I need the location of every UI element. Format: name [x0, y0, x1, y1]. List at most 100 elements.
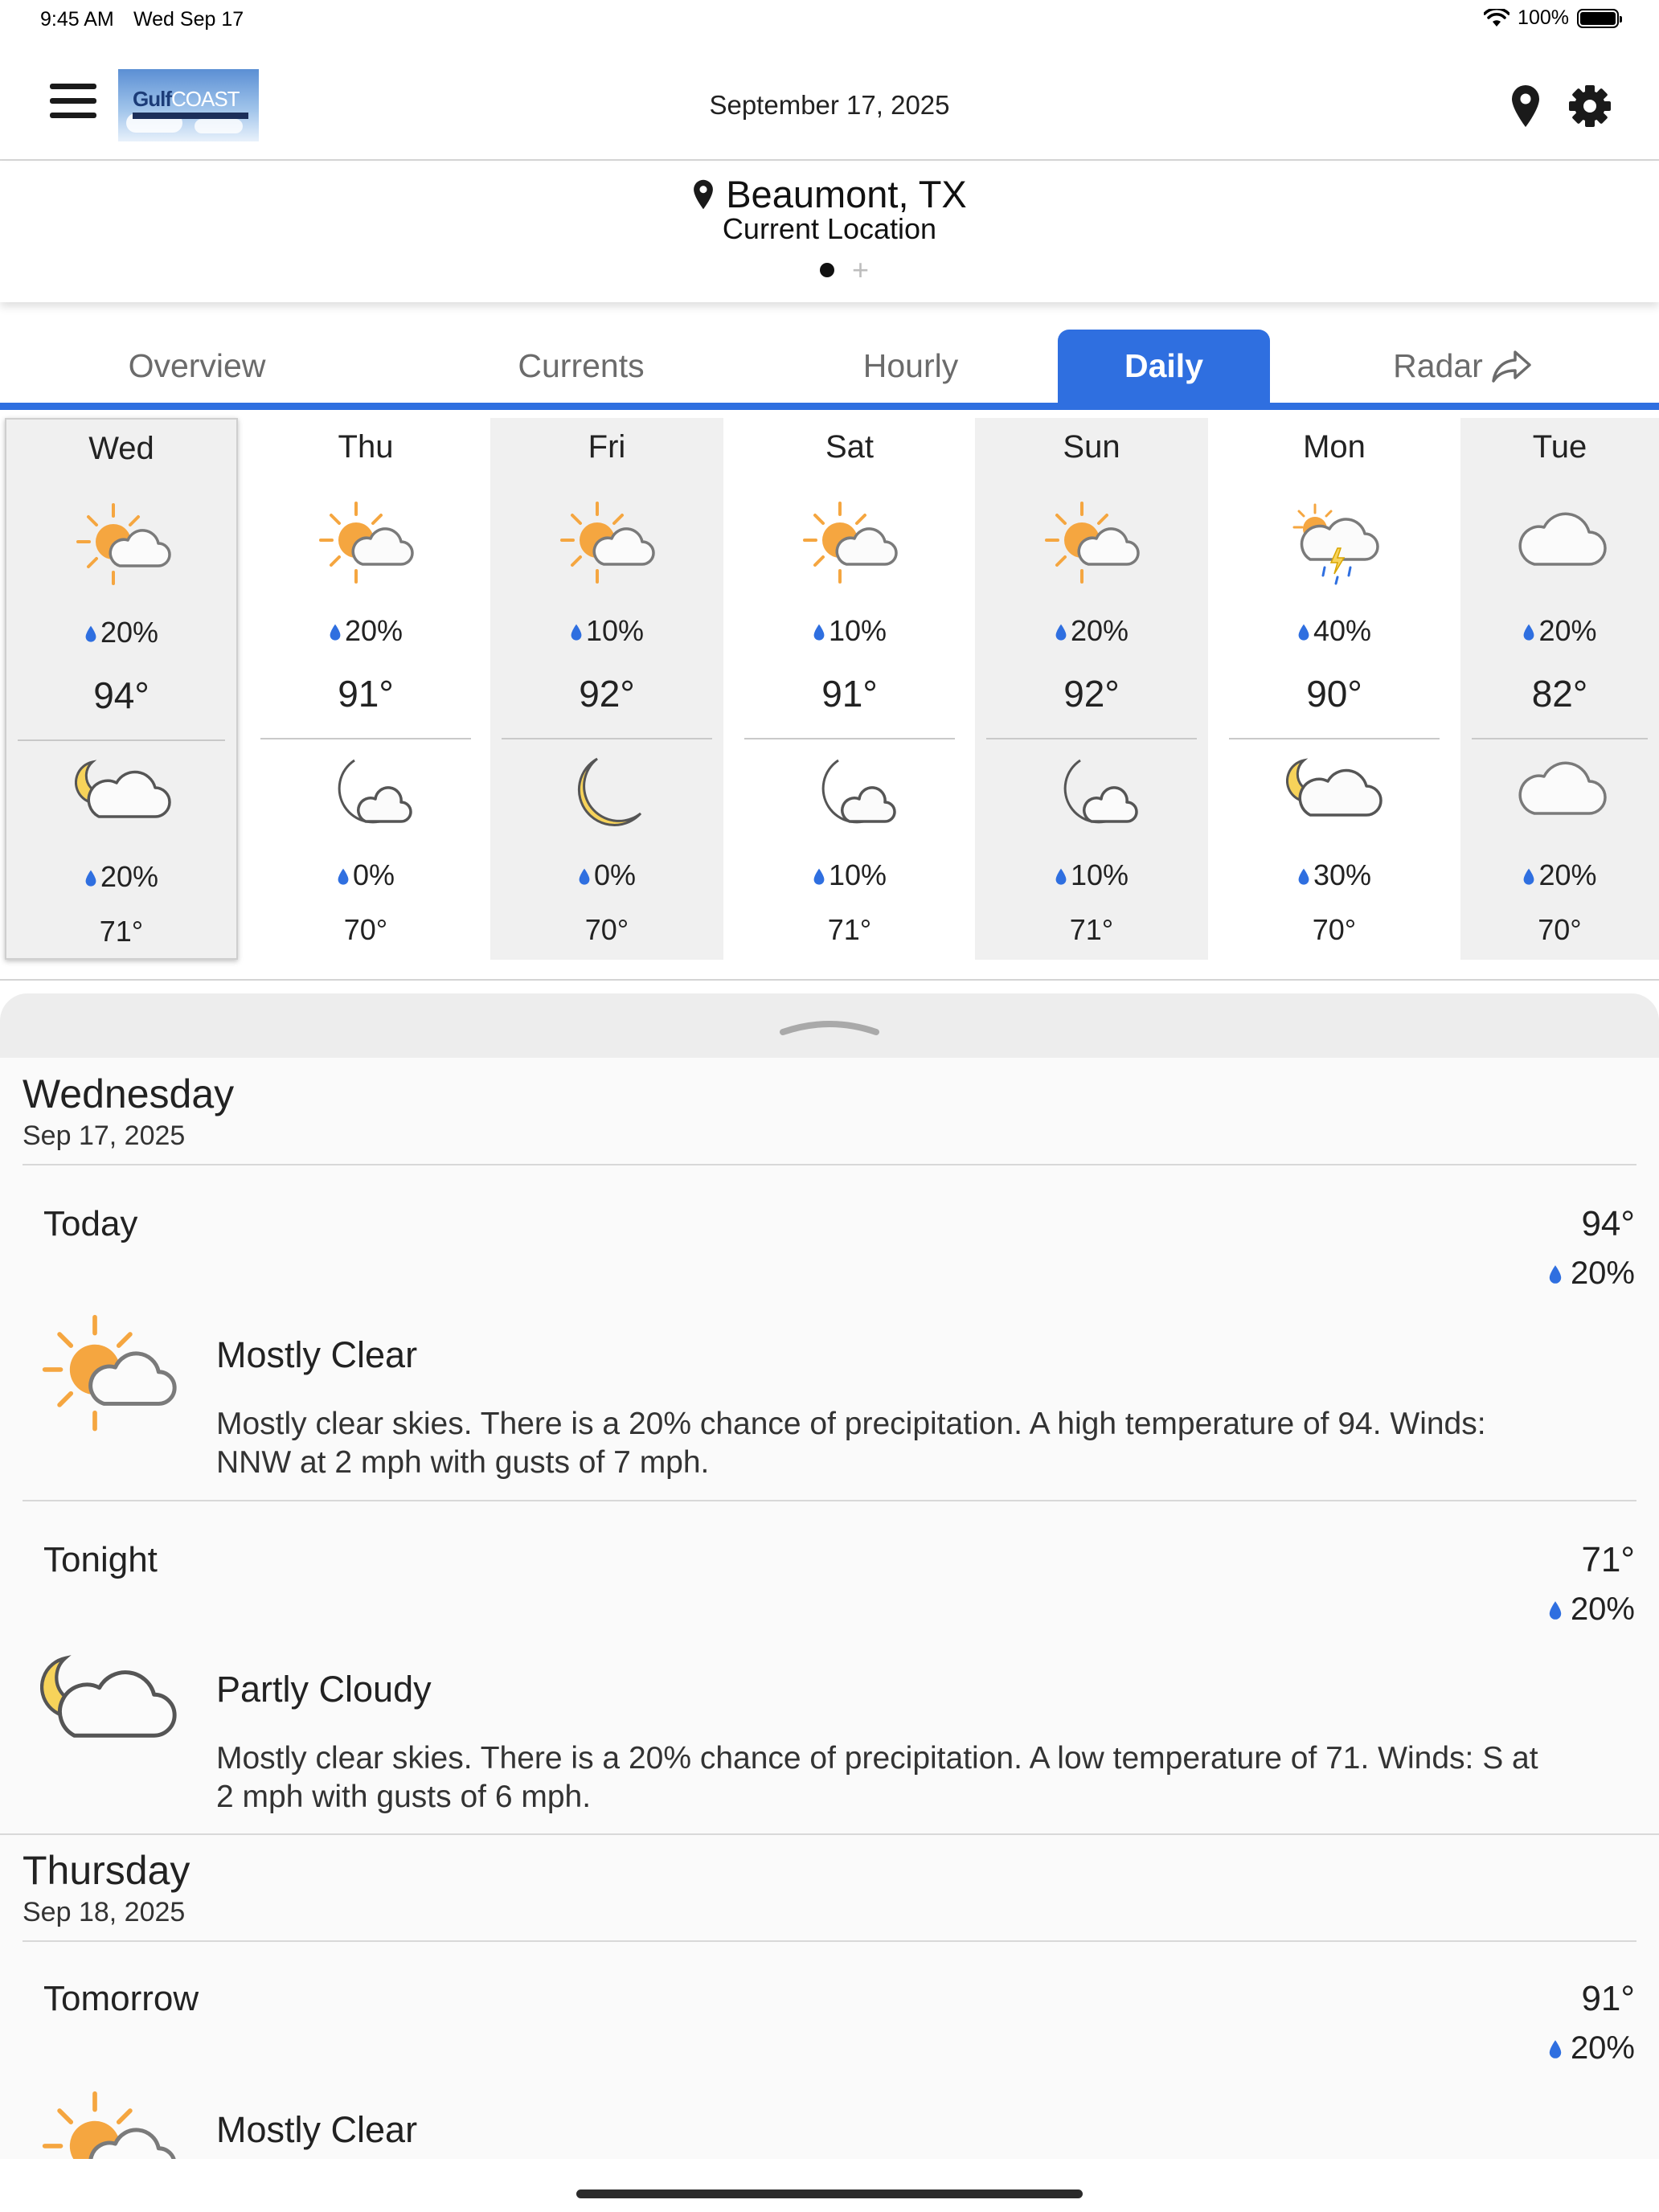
moon-cloud-icon	[801, 749, 898, 838]
day-precip-value: 10%	[828, 614, 887, 647]
status-bar: 9:45 AM Wed Sep 17 100%	[0, 0, 1659, 39]
home-indicator[interactable]	[576, 2189, 1083, 2198]
high-temp: 92°	[579, 673, 635, 715]
period-name: Tonight	[43, 1540, 158, 1579]
day-title: Wednesday	[23, 1071, 235, 1116]
raindrop-icon	[1522, 867, 1535, 887]
day-column-fri[interactable]: Fri 10% 92° 0% 70°	[490, 418, 723, 960]
day-title: Thursday	[23, 1848, 190, 1893]
day-precip: 40%	[1218, 614, 1451, 648]
period-precip-value: 20%	[1570, 1256, 1635, 1291]
day-precip: 20%	[6, 616, 236, 649]
partly-sunny-icon	[75, 502, 171, 590]
period-precip-value: 20%	[1570, 1591, 1635, 1627]
night-precip-value: 20%	[1538, 858, 1597, 891]
high-temp: 94°	[93, 674, 150, 716]
day-date: Sep 18, 2025	[23, 1897, 186, 1927]
period-precip: 20%	[1548, 1591, 1635, 1628]
drawer-handle-bar[interactable]	[0, 993, 1659, 1058]
low-temp: 71°	[1069, 913, 1114, 946]
raindrop-icon	[1548, 1600, 1563, 1621]
partly-sunny-icon	[801, 500, 898, 588]
partly-cloudy-night-icon	[40, 1636, 177, 1773]
night-precip: 30%	[1218, 858, 1451, 892]
tab-radar[interactable]: Radar	[1318, 330, 1608, 403]
status-date: Wed Sep 17	[133, 8, 244, 31]
low-temp: 70°	[1312, 913, 1357, 946]
cloud-icon	[1518, 512, 1607, 566]
day-name: Mon	[1303, 429, 1366, 465]
day-name: Sun	[1063, 429, 1120, 465]
partly-sunny-icon	[40, 2083, 177, 2159]
add-location-button[interactable]: +	[852, 256, 869, 285]
tab-overview[interactable]: Overview	[32, 330, 362, 403]
battery-percent: 100%	[1518, 6, 1569, 29]
period-name: Tomorrow	[43, 1979, 199, 2018]
night-precip-value: 0%	[352, 858, 395, 891]
day-column-sat[interactable]: Sat 10% 91° 10% 71°	[733, 418, 966, 960]
low-temp: 70°	[1538, 913, 1582, 946]
location-pin-icon	[694, 179, 714, 209]
night-precip-value: 10%	[828, 858, 887, 891]
night-precip-value: 20%	[100, 860, 159, 893]
partly-cloudy-night-icon	[75, 751, 171, 839]
raindrop-icon	[329, 623, 342, 642]
day-column-thu[interactable]: Thu 20% 91° 0% 70°	[249, 418, 482, 960]
day-column-mon[interactable]: Mon 40% 90° 30% 70°	[1218, 418, 1451, 960]
period-precip: 20%	[1548, 2030, 1635, 2067]
partly-cloudy-night-icon	[1286, 749, 1382, 838]
day-precip-value: 20%	[1538, 614, 1597, 647]
day-precip: 10%	[733, 614, 966, 648]
day-precip-value: 20%	[1070, 614, 1129, 647]
share-arrow-icon	[1492, 350, 1531, 383]
raindrop-icon	[1297, 623, 1310, 642]
day-header-wednesday: Wednesday Sep 17, 2025	[23, 1071, 234, 1152]
day-name: Wed	[88, 431, 154, 466]
raindrop-icon	[84, 869, 97, 888]
strip-divider	[0, 979, 1659, 981]
day-column-wed[interactable]: Wed 20% 94° 20% 71°	[5, 418, 238, 960]
day-header-thursday: Thursday Sep 18, 2025	[23, 1847, 190, 1928]
day-precip-value: 40%	[1313, 614, 1372, 647]
low-temp: 70°	[584, 913, 629, 946]
location-panel[interactable]: Beaumont, TX Current Location +	[0, 162, 1659, 302]
night-precip-value: 0%	[593, 858, 637, 891]
raindrop-icon	[1522, 623, 1535, 642]
raindrop-icon	[1055, 867, 1067, 887]
chevron-up-icon[interactable]	[780, 1010, 879, 1042]
high-temp: 82°	[1531, 673, 1588, 715]
day-column-tue[interactable]: Tue 20% 82° 20% 70°	[1460, 418, 1659, 960]
moon-cloud-icon	[1043, 749, 1140, 838]
period-precip: 20%	[1548, 1256, 1635, 1292]
low-temp: 70°	[343, 913, 388, 946]
daily-details-panel[interactable]: Wednesday Sep 17, 2025 Today 94° 20% Mos…	[0, 993, 1659, 2159]
raindrop-icon	[813, 623, 825, 642]
raindrop-icon	[570, 623, 583, 642]
period-precip-value: 20%	[1570, 2030, 1635, 2066]
raindrop-icon	[1548, 1264, 1563, 1285]
tab-daily[interactable]: Daily	[1058, 330, 1270, 403]
period-temp: 91°	[1581, 1979, 1635, 2018]
period-condition: Partly Cloudy	[216, 1669, 432, 1710]
tab-currents[interactable]: Currents	[416, 330, 746, 403]
day-precip-value: 20%	[344, 614, 403, 647]
day-name: Tue	[1532, 429, 1587, 465]
day-precip-value: 20%	[100, 616, 159, 649]
partly-sunny-icon	[317, 500, 414, 588]
location-pin-button[interactable]	[1509, 84, 1542, 129]
high-temp: 91°	[821, 673, 878, 715]
day-precip-value: 10%	[585, 614, 645, 647]
raindrop-icon	[813, 867, 825, 887]
wifi-icon	[1484, 8, 1510, 27]
night-precip: 10%	[975, 858, 1208, 892]
period-description: Mostly clear skies. There is a 20% chanc…	[216, 1741, 1538, 1814]
tab-hourly[interactable]: Hourly	[746, 330, 1075, 403]
raindrop-icon	[1297, 867, 1310, 887]
location-pager: +	[820, 256, 869, 285]
app-header: GulfCOAST September 17, 2025	[0, 39, 1659, 161]
page-dot-active[interactable]	[820, 263, 834, 277]
period-condition: Mostly Clear	[216, 2109, 418, 2150]
day-name: Fri	[588, 429, 626, 465]
settings-gear-button[interactable]	[1567, 84, 1612, 129]
day-column-sun[interactable]: Sun 20% 92° 10% 71°	[975, 418, 1208, 960]
